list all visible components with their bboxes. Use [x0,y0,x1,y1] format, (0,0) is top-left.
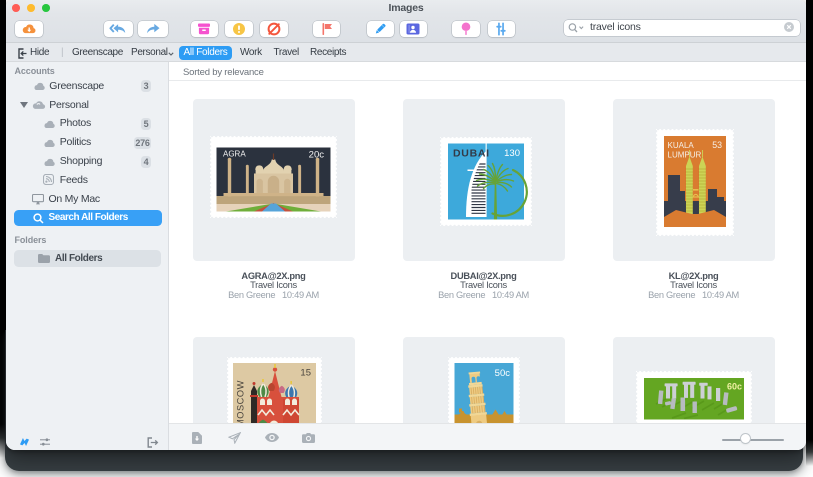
svg-text:15: 15 [300,368,311,379]
svg-text:LUMPUR: LUMPUR [667,151,701,160]
svg-text:50c: 50c [494,368,510,379]
svg-text:MOSCOW: MOSCOW [235,380,245,427]
svg-text:130: 130 [504,148,520,159]
svg-text:60c: 60c [727,382,742,392]
svg-text:53: 53 [712,140,722,150]
svg-text:20c: 20c [309,150,325,161]
svg-text:KUALA: KUALA [667,141,694,150]
svg-text:DUBAI: DUBAI [453,148,490,160]
svg-text:AGRA: AGRA [223,150,246,159]
